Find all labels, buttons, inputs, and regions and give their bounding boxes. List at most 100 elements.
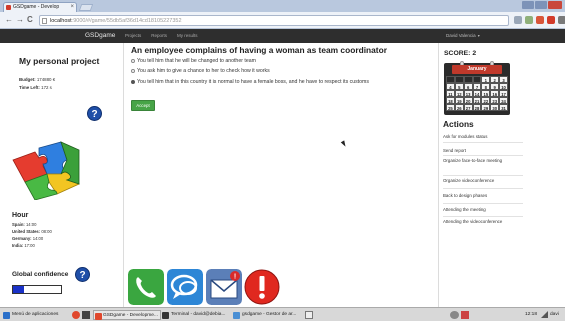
zone-time: 17:00 (24, 243, 35, 248)
answer-option-1[interactable]: You tell him that he will be changed to … (131, 58, 256, 64)
divider (443, 216, 523, 217)
new-tab-button[interactable] (78, 4, 94, 11)
favicon-icon (6, 5, 11, 10)
nav-projects[interactable]: Projects (125, 29, 141, 43)
chat-icon[interactable] (167, 269, 203, 305)
calendar-day: 21 (472, 97, 482, 104)
calendar-day: 20 (463, 97, 473, 104)
confidence-help-icon[interactable]: ? (75, 267, 90, 282)
forward-button[interactable]: → (16, 16, 24, 24)
terminal-launcher-icon[interactable] (82, 311, 90, 319)
browser-toolbar: ← → C localhost:9000/#/game/55db5af36d14… (0, 12, 565, 29)
nav-my-results[interactable]: My results (177, 29, 198, 43)
divider (443, 142, 523, 143)
calendar-month: January (452, 65, 502, 74)
menu-icon (3, 312, 10, 319)
extension-icons (514, 16, 565, 24)
taskbar-item-terminal[interactable]: Terminal - david@debia... (162, 310, 232, 320)
tab-close-icon[interactable]: × (70, 3, 74, 12)
taskbar: Menú de aplicaciones GSDgame - Developme… (0, 307, 565, 321)
back-button[interactable]: ← (5, 16, 13, 24)
confidence-fill (13, 286, 24, 293)
volume-icon[interactable] (541, 311, 548, 318)
window-icon[interactable] (305, 311, 313, 319)
zone-united-states: United States: 08:00 (12, 229, 52, 234)
close-window-button[interactable] (548, 1, 562, 9)
calendar-day: 18 (446, 97, 455, 104)
alert-icon[interactable] (244, 269, 280, 305)
answer-text: You tell him that in this country it is … (137, 79, 369, 85)
phone-icon[interactable] (128, 269, 164, 305)
address-bar[interactable]: localhost:9000/#/game/55db5af36d14cd1810… (39, 15, 509, 26)
calendar-day (446, 76, 455, 83)
answer-option-3[interactable]: You tell him that in this country it is … (131, 78, 431, 87)
extension-icon[interactable] (525, 16, 533, 24)
zone-time: 08:00 (41, 229, 52, 234)
extension-red-icon[interactable] (547, 16, 555, 24)
action-organize-meeting[interactable]: Organize face-to-face meeting (443, 158, 509, 164)
calendar-day (454, 76, 464, 83)
user-menu[interactable]: David Valencia ▾ (446, 29, 480, 43)
radio-button-selected[interactable] (131, 79, 135, 84)
action-attending-videoconference[interactable]: Attending the videoconference (443, 219, 509, 225)
start-menu-button[interactable]: Menú de aplicaciones (3, 310, 58, 320)
score: SCORE: 2 (444, 50, 477, 57)
adblock-icon[interactable] (536, 16, 544, 24)
taskbar-item-browser[interactable]: GSDgame - Developme... (93, 310, 161, 320)
calendar-day: 4 (446, 83, 455, 90)
calendar-day: 22 (481, 97, 491, 104)
zone-time: 14:00 (25, 222, 37, 227)
taskbar-label: GSDgame - Developme... (103, 313, 158, 318)
svg-text:!: ! (234, 274, 236, 281)
maximize-button[interactable] (535, 1, 547, 9)
reload-button[interactable]: C (27, 16, 33, 24)
calendar-day: 12 (454, 90, 464, 97)
time-left-value: 172 s (41, 85, 52, 90)
nav-reports[interactable]: Reports (151, 29, 167, 43)
calendar-day: 9 (490, 83, 500, 90)
tab-strip: GSDgame - Develop × (0, 0, 565, 12)
zone-spain: Spain: 14:00 (12, 222, 36, 227)
calendar-day (472, 76, 482, 83)
action-send-report[interactable]: Send report (443, 148, 523, 154)
calendar-day: 23 (490, 97, 500, 104)
url-path: :9000/#/game/55db5af36d14cd18105227352 (71, 18, 182, 24)
app-navbar: GSDgame Projects Reports My results Davi… (0, 29, 565, 43)
divider (443, 175, 523, 176)
radio-button[interactable] (131, 68, 135, 73)
confidence-bar (12, 285, 62, 294)
action-attending-meeting[interactable]: Attending the meeting (443, 207, 523, 213)
mail-icon[interactable]: ! (206, 269, 242, 305)
accept-button[interactable]: Accept (131, 100, 155, 111)
star-icon[interactable] (514, 16, 522, 24)
tray-user[interactable]: davi (550, 310, 559, 320)
divider (443, 188, 523, 189)
browser-launcher-icon[interactable] (72, 311, 80, 319)
taskbar-item-files[interactable]: gsdgame - Gestor de ar... (233, 310, 303, 320)
calendar-day: 8 (481, 83, 491, 90)
calendar-day: 14 (472, 90, 482, 97)
global-confidence-label: Global confidence (12, 271, 69, 278)
answer-option-2[interactable]: You ask him to give a chance to her to c… (131, 68, 270, 74)
network-icon[interactable] (450, 311, 459, 319)
calendar-day: 15 (481, 90, 491, 97)
browser-tab[interactable]: GSDgame - Develop × (3, 2, 77, 12)
help-icon[interactable]: ? (87, 106, 102, 121)
action-organize-videoconference[interactable]: Organize videoconference (443, 178, 523, 184)
divider (443, 155, 523, 156)
hour-title: Hour (12, 212, 29, 219)
update-icon[interactable] (461, 311, 469, 319)
menu-icon[interactable] (558, 16, 565, 24)
user-name: David Valencia (446, 33, 476, 38)
minimize-button[interactable] (522, 1, 534, 9)
calendar-day (463, 76, 473, 83)
brand-link[interactable]: GSDgame (85, 29, 115, 43)
budget: Budget: 174880 € (19, 77, 55, 82)
chevron-down-icon: ▾ (477, 33, 480, 38)
calendar-day: 25 (446, 104, 455, 111)
action-back-to-design[interactable]: Back to design phases (443, 193, 523, 199)
action-ask-modules-status[interactable]: Ask for modules status (443, 134, 523, 140)
calendar-day: 1 (481, 76, 491, 83)
radio-button[interactable] (131, 58, 135, 63)
clock[interactable]: 12:18 (525, 310, 537, 320)
